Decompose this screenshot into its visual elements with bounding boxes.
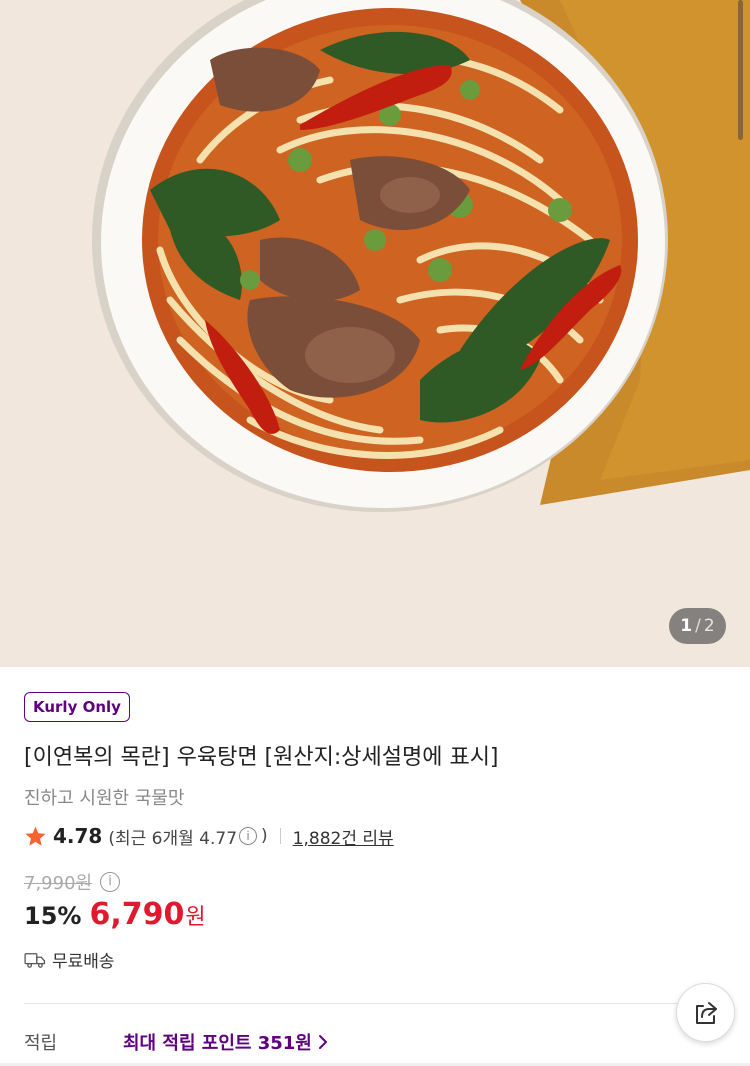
- product-title: [이연복의 목란] 우육탕면 [원산지:상세설명에 표시]: [24, 745, 499, 770]
- reviews-link[interactable]: 1,882건 리뷰: [293, 824, 394, 849]
- chevron-right-icon: [318, 1035, 327, 1049]
- info-icon[interactable]: i: [239, 827, 258, 845]
- price-info-icon[interactable]: i: [100, 872, 121, 892]
- pager-total: 2: [703, 616, 715, 636]
- share-icon: [695, 1001, 717, 1024]
- recent-rating-close: ): [261, 826, 268, 846]
- page-scrollbar[interactable]: [738, 0, 743, 140]
- kurly-only-badge: Kurly Only: [24, 692, 130, 722]
- points-row: 적립 최대 적립 포인트 351원: [24, 1029, 328, 1055]
- image-pager: 1 / 2: [669, 608, 726, 644]
- currency-unit: 원: [185, 905, 206, 930]
- product-info: Kurly Only [이연복의 목란] 우육탕면 [원산지:상세설명에 표시]…: [0, 667, 750, 1066]
- rating-row: 4.78 (최근 6개월 4.77 i ) 1,882건 리뷰: [24, 822, 394, 850]
- shipping-row: 무료배송: [24, 947, 115, 972]
- points-link[interactable]: 최대 적립 포인트 351원: [123, 1029, 328, 1055]
- sale-price: 6,790: [89, 897, 185, 932]
- product-subtitle: 진하고 시원한 국물맛: [24, 788, 185, 809]
- rating-score: 4.78: [53, 824, 103, 848]
- original-price: 7,990원: [24, 873, 93, 894]
- shipping-text: 무료배송: [52, 952, 115, 972]
- product-photo: [0, 0, 750, 667]
- pager-separator: /: [695, 616, 701, 636]
- share-button[interactable]: [676, 983, 735, 1042]
- original-price-row: 7,990원 i: [24, 869, 124, 895]
- divider: [279, 828, 281, 844]
- points-label: 적립: [24, 1033, 58, 1054]
- recent-rating: (최근 6개월 4.77: [108, 828, 238, 849]
- points-link-text: 최대 적립 포인트 351원: [123, 1033, 312, 1054]
- product-image-carousel[interactable]: 1 / 2: [0, 0, 750, 667]
- star-icon: [25, 825, 46, 846]
- truck-icon: [24, 952, 46, 968]
- price-row: 15% 6,790 원: [24, 897, 206, 932]
- discount-rate: 15%: [24, 902, 82, 930]
- section-divider: [24, 1003, 726, 1004]
- pager-current: 1: [680, 616, 693, 636]
